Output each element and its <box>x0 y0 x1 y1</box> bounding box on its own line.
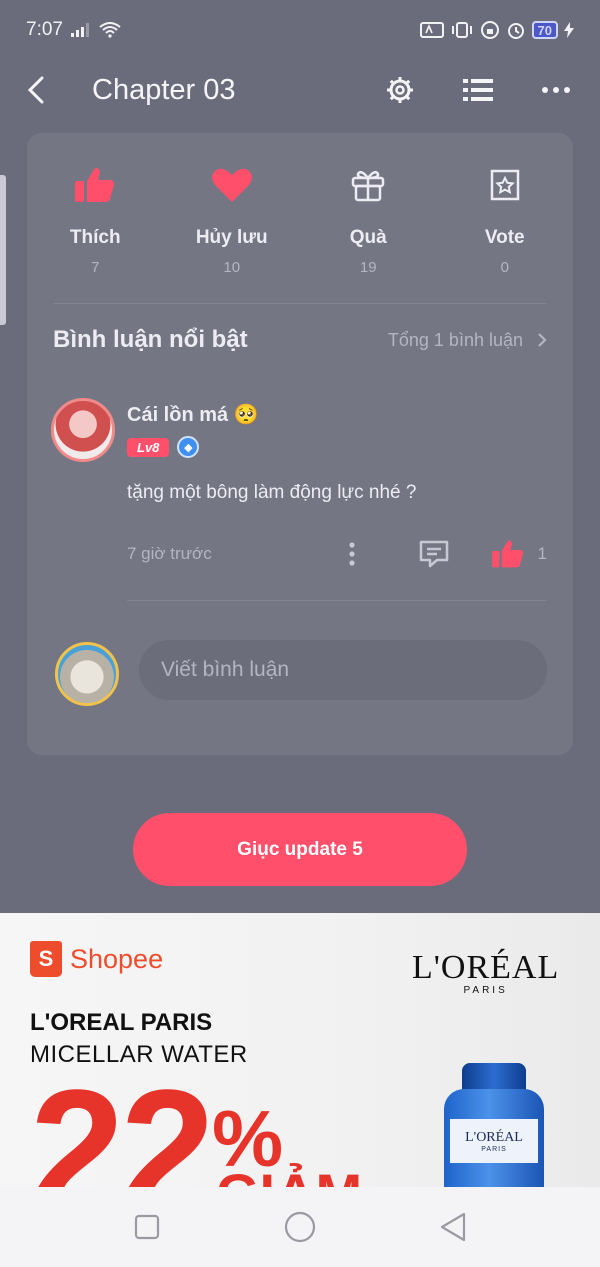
scrollbar-thumb[interactable] <box>0 175 6 325</box>
shopee-logo: S Shopee <box>30 941 163 977</box>
vote-count: 0 <box>500 259 509 276</box>
loreal-logo: L'ORÉAL PARIS <box>412 949 559 996</box>
thumbs-up-icon <box>491 540 523 568</box>
bottle-label: L'ORÉAL PARIS <box>450 1119 538 1163</box>
chevron-left-icon <box>27 76 44 104</box>
status-time: 7:07 <box>26 19 63 40</box>
comment-time: 7 giờ trước <box>127 544 212 563</box>
chapter-list-button[interactable] <box>458 70 498 110</box>
comment-bubble-icon <box>419 540 448 568</box>
status-bar: 7:07 70 <box>0 0 600 60</box>
system-nav-bar <box>0 1187 600 1267</box>
list-icon <box>463 79 493 101</box>
lock-rotation-icon <box>480 21 499 39</box>
gift-label: Quà <box>349 227 387 248</box>
comment-like-button[interactable]: 1 <box>491 539 547 569</box>
shopee-wordmark: Shopee <box>70 943 164 974</box>
vote-ticket-icon <box>490 169 519 201</box>
like-chapter-button[interactable]: Thích 7 <box>40 161 150 281</box>
like-label: Thích <box>69 227 121 248</box>
reply-button[interactable] <box>416 537 452 571</box>
my-avatar <box>55 642 119 706</box>
system-back-button[interactable] <box>431 1205 475 1249</box>
settings-button[interactable] <box>380 70 420 110</box>
request-update-button[interactable]: Giục update 5 <box>133 813 467 886</box>
gift-icon <box>352 170 385 202</box>
ad-discount-number: 22 <box>30 1055 215 1188</box>
gear-icon <box>387 77 413 103</box>
recents-button[interactable] <box>125 1205 169 1249</box>
unsave-label: Hủy lưu <box>195 227 268 248</box>
all-comments-link[interactable]: Tổng 1 bình luận <box>388 330 547 351</box>
commenter-avatar[interactable] <box>51 398 115 462</box>
total-comments-text: Tổng 1 bình luận <box>387 329 523 350</box>
square-icon <box>134 1214 159 1240</box>
heart-icon <box>211 168 252 202</box>
ad-discount-word: GIẢM <box>216 1161 362 1188</box>
triangle-back-icon <box>441 1212 466 1242</box>
chevron-right-icon <box>538 333 547 347</box>
ad-banner[interactable]: S Shopee L'ORÉAL PARIS L'OREAL PARIS MIC… <box>0 913 600 1188</box>
more-vertical-icon <box>348 542 355 566</box>
alarm-icon <box>507 23 524 39</box>
ad-headline: L'OREAL PARIS <box>30 1009 213 1036</box>
charging-icon <box>564 22 574 38</box>
commenter-name[interactable]: Cái lồn má 🥺 <box>127 402 259 427</box>
comments-header: Bình luận nổi bật Tổng 1 bình luận <box>53 326 547 354</box>
page-title: Chapter 03 <box>92 73 236 106</box>
bottle-brand: L'ORÉAL <box>465 1129 523 1145</box>
gift-count: 19 <box>359 259 377 276</box>
like-count: 7 <box>91 259 100 276</box>
battery-indicator: 70 <box>531 21 558 39</box>
bottle-brand-sub: PARIS <box>481 1145 507 1153</box>
wifi-icon <box>99 22 121 38</box>
comment-input[interactable] <box>139 640 547 700</box>
comment-composer <box>53 640 547 706</box>
translate-icon <box>419 22 444 38</box>
divider <box>127 600 547 601</box>
thumbs-up-icon <box>75 167 115 202</box>
unsave-chapter-button[interactable]: Hủy lưu 10 <box>177 161 287 281</box>
comment-text: tặng một bông làm động lực nhé ? <box>127 482 417 503</box>
more-options-button[interactable] <box>536 70 576 110</box>
reaction-bar: Thích 7 Hủy lưu 10 Quà 19 Vote 0 <box>27 161 573 281</box>
vip-gem-icon: ◆ <box>177 436 200 458</box>
comments-title: Bình luận nổi bật <box>53 326 248 353</box>
more-horizontal-icon <box>542 87 570 93</box>
signal-icon <box>70 23 89 37</box>
loreal-wordmark: L'ORÉAL <box>412 949 560 986</box>
comment-like-count: 1 <box>537 544 547 563</box>
vote-button[interactable]: Vote 0 <box>450 161 560 281</box>
home-button[interactable] <box>278 1205 322 1249</box>
save-count: 10 <box>223 259 241 276</box>
shopee-bag-icon: S <box>30 941 62 977</box>
interaction-card: Thích 7 Hủy lưu 10 Quà 19 Vote 0 Bình lu… <box>27 133 573 755</box>
divider <box>53 303 547 304</box>
gift-button[interactable]: Quà 19 <box>313 161 423 281</box>
circle-icon <box>284 1211 316 1243</box>
vote-label: Vote <box>484 227 525 248</box>
level-badge: Lv8 <box>127 437 170 457</box>
comment-more-button[interactable] <box>340 539 364 569</box>
back-button[interactable] <box>16 68 56 112</box>
top-bar: Chapter 03 <box>0 60 600 120</box>
vibrate-icon <box>451 22 472 38</box>
